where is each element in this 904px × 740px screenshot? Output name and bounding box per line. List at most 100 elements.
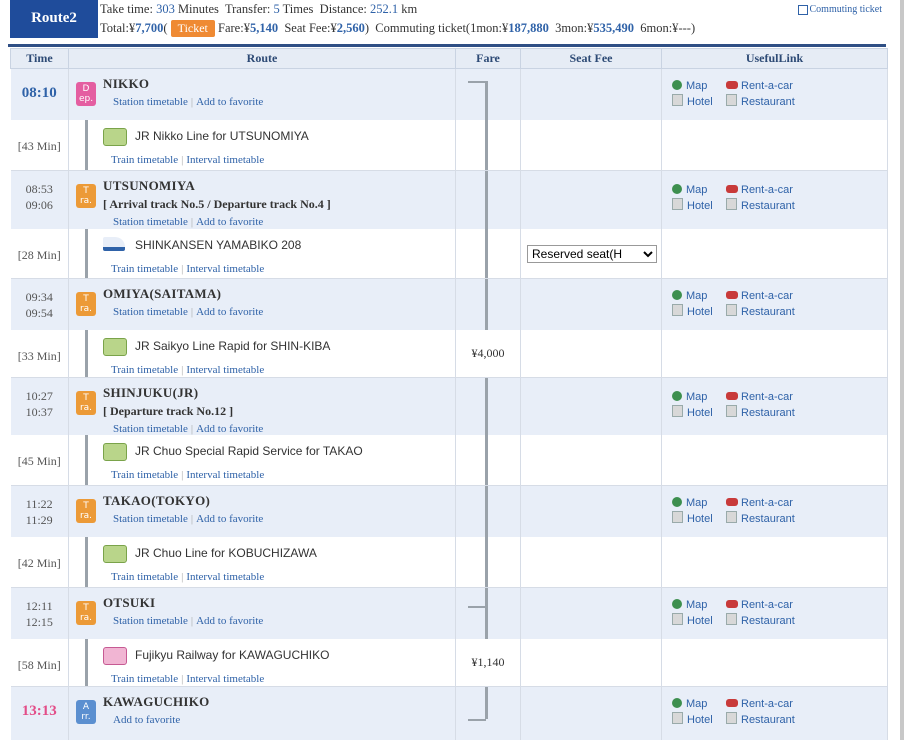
sub-links: Station timetable | Add to favorite [113, 93, 263, 111]
interval-timetable-link[interactable]: Interval timetable [186, 263, 264, 275]
station-timetable-link[interactable]: Station timetable [113, 306, 188, 318]
map-link-label: Map [686, 698, 708, 710]
hotel-link[interactable]: Hotel [672, 304, 713, 320]
interval-timetable-link[interactable]: Interval timetable [186, 364, 264, 376]
add-to-favorite-link[interactable]: Add to favorite [113, 714, 180, 726]
add-to-favorite-link[interactable]: Add to favorite [196, 423, 263, 435]
station-fare-cell [455, 170, 521, 229]
station-name[interactable]: OTSUKI [103, 594, 263, 612]
hotel-link[interactable]: Hotel [672, 198, 713, 214]
interval-timetable-link[interactable]: Interval timetable [186, 154, 264, 166]
restaurant-link[interactable]: Restaurant [726, 94, 795, 110]
hotel-link[interactable]: Hotel [672, 712, 713, 728]
sub-links: Add to favorite [113, 711, 210, 729]
station-name[interactable]: UTSUNOMIYA [103, 177, 331, 195]
fare-bracket-line [485, 687, 488, 719]
map-link[interactable]: Map [672, 597, 707, 613]
fujikyu-train-icon [103, 646, 127, 665]
hotel-link[interactable]: Hotel [672, 511, 713, 527]
train-timetable-link[interactable]: Train timetable [111, 469, 178, 481]
ticket-button[interactable]: Ticket [170, 20, 215, 37]
rent-a-car-link[interactable]: Rent-a-car [726, 696, 793, 712]
line-name[interactable]: JR Chuo Special Rapid Service for TAKAO [135, 443, 363, 459]
station-timetable-link[interactable]: Station timetable [113, 96, 188, 108]
hotel-link[interactable]: Hotel [672, 405, 713, 421]
car-icon [726, 600, 738, 608]
rent-a-car-link[interactable]: Rent-a-car [726, 182, 793, 198]
station-info: TAKAO(TOKYO) Station timetable | Add to fav… [103, 492, 263, 528]
station-route-cell: A rr. KAWAGUCHIKO Add to favorite [68, 686, 456, 740]
map-link[interactable]: Map [672, 78, 707, 94]
interval-timetable-link[interactable]: Interval timetable [186, 469, 264, 481]
train-timetable-link[interactable]: Train timetable [111, 571, 178, 583]
line-name[interactable]: JR Nikko Line for UTSUNOMIYA [135, 128, 309, 144]
shinkansen-icon [103, 236, 125, 251]
rent-a-car-link[interactable]: Rent-a-car [726, 389, 793, 405]
add-to-favorite-link[interactable]: Add to favorite [196, 513, 263, 525]
seat-fee-label: Seat Fee:¥ [284, 21, 337, 35]
transfer-badge: T ra. [76, 601, 96, 625]
seat-type-select[interactable]: Reserved seat(H [527, 244, 657, 263]
restaurant-link[interactable]: Restaurant [726, 198, 795, 214]
scrollbar[interactable] [900, 0, 904, 740]
station-timetable-link[interactable]: Station timetable [113, 513, 188, 525]
rent-a-car-link[interactable]: Rent-a-car [726, 78, 793, 94]
line-name[interactable]: Fujikyu Railway for KAWAGUCHIKO [135, 647, 329, 663]
add-to-favorite-link[interactable]: Add to favorite [196, 96, 263, 108]
useful-links: Map Rent-a-car Hotel Restaurant [672, 495, 872, 529]
restaurant-link[interactable]: Restaurant [726, 304, 795, 320]
add-to-favorite-link[interactable]: Add to favorite [196, 306, 263, 318]
useful-links: Map Rent-a-car Hotel Restaurant [672, 78, 872, 112]
hotel-link[interactable]: Hotel [672, 613, 713, 629]
station-name[interactable]: KAWAGUCHIKO [103, 693, 210, 711]
interval-timetable-link[interactable]: Interval timetable [186, 673, 264, 685]
map-link-label: Map [686, 497, 708, 509]
jr-train-icon [103, 442, 127, 461]
rent-a-car-link[interactable]: Rent-a-car [726, 288, 793, 304]
document-icon [797, 4, 808, 15]
line-name[interactable]: SHINKANSEN YAMABIKO 208 [135, 237, 301, 253]
station-name[interactable]: NIKKO [103, 75, 263, 93]
map-link[interactable]: Map [672, 495, 707, 511]
train-timetable-link[interactable]: Train timetable [111, 154, 178, 166]
building-icon [672, 511, 683, 523]
restaurant-link-label: Restaurant [741, 96, 795, 108]
map-link[interactable]: Map [672, 696, 707, 712]
route-label[interactable]: Route2 [10, 0, 98, 38]
restaurant-link[interactable]: Restaurant [726, 405, 795, 421]
segment-row: [42 Min] JR Chuo Line for KOBUCHIZAWA Trai… [10, 536, 888, 588]
building-icon [726, 511, 737, 523]
line-name[interactable]: JR Saikyo Line Rapid for SHIN-KIBA [135, 338, 330, 354]
add-to-favorite-link[interactable]: Add to favorite [196, 615, 263, 627]
add-to-favorite-link[interactable]: Add to favorite [196, 216, 263, 228]
station-name[interactable]: SHINJUKU(JR) [103, 384, 263, 402]
map-link-label: Map [686, 599, 708, 611]
commuting-ticket-link[interactable]: Commuting ticket [797, 4, 882, 15]
station-timetable-link[interactable]: Station timetable [113, 216, 188, 228]
restaurant-link[interactable]: Restaurant [726, 712, 795, 728]
map-link[interactable]: Map [672, 182, 707, 198]
station-links: Station timetable | Add to favorite [103, 93, 263, 111]
station-timetable-link[interactable]: Station timetable [113, 423, 188, 435]
station-name[interactable]: OMIYA(SAITAMA) [103, 285, 263, 303]
train-timetable-link[interactable]: Train timetable [111, 673, 178, 685]
train-timetable-link[interactable]: Train timetable [111, 263, 178, 275]
station-timetable-link[interactable]: Station timetable [113, 615, 188, 627]
restaurant-link[interactable]: Restaurant [726, 511, 795, 527]
rent-a-car-link[interactable]: Rent-a-car [726, 597, 793, 613]
line-name[interactable]: JR Chuo Line for KOBUCHIZAWA [135, 545, 317, 561]
train-timetable-link[interactable]: Train timetable [111, 364, 178, 376]
restaurant-link[interactable]: Restaurant [726, 613, 795, 629]
map-link[interactable]: Map [672, 288, 707, 304]
station-name[interactable]: TAKAO(TOKYO) [103, 492, 263, 510]
segment-links-cell [661, 228, 888, 279]
fare-bracket-bottom [468, 719, 486, 721]
interval-timetable-link[interactable]: Interval timetable [186, 571, 264, 583]
map-link[interactable]: Map [672, 389, 707, 405]
rent-a-car-link[interactable]: Rent-a-car [726, 495, 793, 511]
hotel-link[interactable]: Hotel [672, 94, 713, 110]
segment-seat-cell: Reserved seat(H [520, 228, 662, 279]
departure-time: 08:10 [21, 85, 57, 101]
station-route-cell: T ra. SHINJUKU(JR) [ Departure track No.12… [68, 377, 456, 435]
useful-links: Map Rent-a-car Hotel Restaurant [672, 597, 872, 631]
